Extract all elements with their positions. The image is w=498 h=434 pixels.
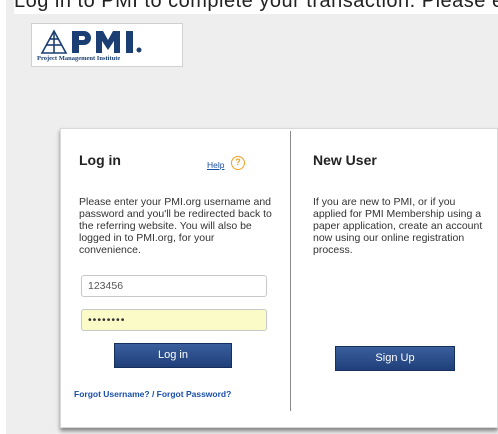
card-divider bbox=[290, 131, 291, 411]
username-input[interactable] bbox=[81, 275, 267, 297]
new-user-title: New User bbox=[313, 152, 377, 168]
forgot-links: Forgot Username? / Forgot Password? bbox=[74, 389, 274, 399]
password-input[interactable] bbox=[81, 309, 267, 331]
pmi-logo[interactable]: Project Management Institute bbox=[31, 23, 183, 67]
new-user-description: If you are new to PMI, or if you applied… bbox=[313, 196, 483, 256]
forgot-separator: / bbox=[149, 389, 157, 399]
login-description: Please enter your PMI.org username and p… bbox=[79, 196, 272, 256]
login-title: Log in bbox=[79, 152, 121, 168]
sign-up-button[interactable]: Sign Up bbox=[335, 346, 455, 371]
pmi-logo-mark-icon bbox=[40, 29, 142, 54]
top-banner: Log in to PMI to complete your transacti… bbox=[14, 0, 498, 14]
logo-subtitle: Project Management Institute bbox=[37, 55, 121, 62]
help-link[interactable]: Help bbox=[207, 160, 224, 170]
help-icon[interactable]: ? bbox=[231, 156, 245, 170]
top-banner-text: Log in to PMI to complete your transacti… bbox=[14, 0, 498, 12]
forgot-password-link[interactable]: Forgot Password? bbox=[157, 389, 232, 399]
forgot-username-link[interactable]: Forgot Username? bbox=[74, 389, 150, 399]
login-card: Log in Help ? Please enter your PMI.org … bbox=[60, 128, 498, 428]
login-button[interactable]: Log in bbox=[114, 343, 232, 368]
